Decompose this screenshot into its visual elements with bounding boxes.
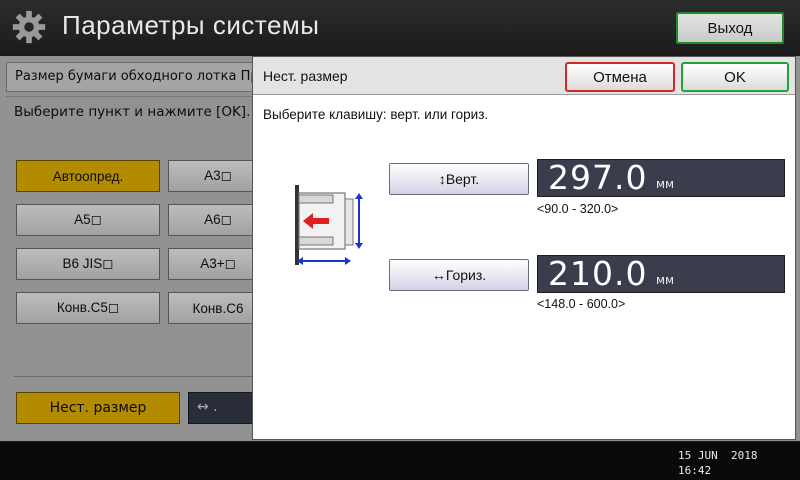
dialog-instruction: Выберите клавишу: верт. или гориз. xyxy=(263,107,489,122)
vertical-value-display[interactable]: 297.0 мм xyxy=(537,158,785,197)
page-title: Параметры системы xyxy=(62,10,320,40)
vertical-unit: мм xyxy=(656,177,675,191)
vertical-range: <90.0 - 320.0> xyxy=(537,202,619,216)
exit-button[interactable]: Выход xyxy=(676,12,784,44)
ok-button[interactable]: OK xyxy=(681,62,789,92)
date-time: 15 JUN 2018 16:42 xyxy=(678,448,757,478)
dialog-header: Нест. размер Отмена OK xyxy=(253,57,795,95)
horizontal-button[interactable]: ↔Гориз. xyxy=(389,259,529,291)
status-date: 15 JUN 2018 xyxy=(678,449,758,462)
gear-icon xyxy=(12,10,46,44)
dialog-title: Нест. размер xyxy=(263,68,348,84)
horizontal-unit: мм xyxy=(656,273,675,287)
status-time: 16:42 xyxy=(678,464,712,477)
cancel-button[interactable]: Отмена xyxy=(565,62,675,92)
custom-size-dialog: Нест. размер Отмена OK Выберите клавишу:… xyxy=(252,56,796,440)
horizontal-value: 210.0 xyxy=(548,254,648,293)
vertical-value: 297.0 xyxy=(548,158,648,197)
vertical-button[interactable]: ↕Верт. xyxy=(389,163,529,195)
horizontal-value-display[interactable]: 210.0 мм xyxy=(537,254,785,293)
bypass-tray-diagram-icon xyxy=(295,185,363,265)
horizontal-range: <148.0 - 600.0> xyxy=(537,297,626,311)
